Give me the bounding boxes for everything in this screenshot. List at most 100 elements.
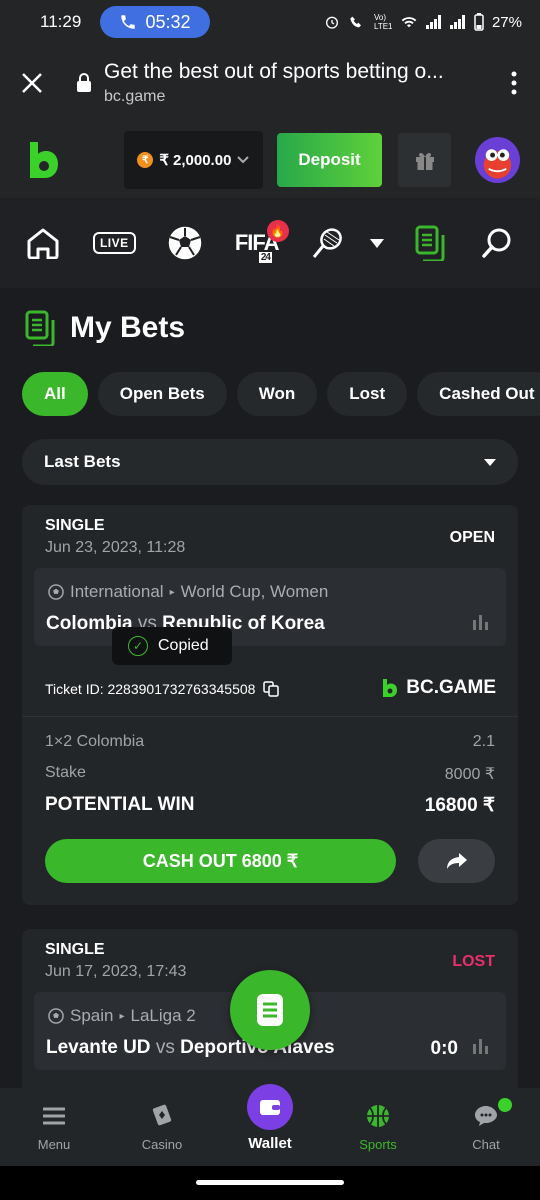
- battery-percent: 27%: [491, 13, 522, 31]
- main-content: My Bets All Open Bets Won Lost Cashed Ou…: [0, 288, 540, 1088]
- nav-my-bets[interactable]: [395, 208, 466, 278]
- call-wifi-icon: [350, 16, 361, 28]
- balance-value: ₹ 2,000.00: [159, 152, 232, 169]
- chevron-right-icon: ▸: [169, 586, 175, 598]
- nav-tennis[interactable]: [297, 208, 359, 278]
- fire-icon: 🔥: [266, 220, 289, 242]
- vs-label: vs: [155, 1037, 175, 1058]
- soccer-ball-icon: [169, 226, 202, 260]
- period-select-value: Last Bets: [44, 452, 121, 471]
- call-pill[interactable]: 05:32: [100, 6, 210, 38]
- cash-out-button[interactable]: CASH OUT 6800 ₹: [45, 839, 396, 883]
- league-name: LaLiga 2: [130, 1006, 196, 1025]
- bet-slip-fab[interactable]: [230, 970, 310, 1050]
- lock-icon: [64, 73, 104, 93]
- bet-status: OPEN: [449, 529, 495, 546]
- bet-status: LOST: [452, 953, 495, 970]
- toast-text: Copied: [158, 637, 209, 654]
- sports-nav: LIVE FIFA 24 🔥: [0, 198, 540, 288]
- filter-cashed-out[interactable]: Cashed Out: [417, 372, 540, 416]
- bottom-nav-label: Menu: [37, 1137, 71, 1152]
- dragon-avatar-icon: [483, 149, 512, 179]
- bet-card: SINGLE Jun 23, 2023, 11:28 OPEN Internat…: [22, 505, 518, 905]
- bottom-nav-menu[interactable]: Menu: [0, 1088, 108, 1166]
- filter-won[interactable]: Won: [236, 372, 318, 416]
- potential-win-row: POTENTIAL WIN 16800 ₹: [45, 794, 495, 817]
- bottom-nav-wallet[interactable]: Wallet: [216, 1084, 324, 1166]
- nav-live[interactable]: LIVE: [74, 208, 154, 278]
- lte-label: Vo) LTE1: [373, 13, 393, 31]
- filter-all[interactable]: All: [22, 372, 88, 416]
- bottom-nav-label: Sports: [359, 1137, 397, 1152]
- chat-icon: [474, 1101, 498, 1131]
- search-icon: [482, 228, 511, 258]
- bc-logo-icon: [383, 679, 398, 697]
- bet-header: SINGLE Jun 23, 2023, 11:28: [45, 517, 185, 557]
- bottom-nav-label: Casino: [141, 1137, 183, 1152]
- url-block[interactable]: Get the best out of sports betting o... …: [104, 60, 488, 106]
- more-menu-button[interactable]: [488, 71, 540, 95]
- league-line: Spain ▸ LaLiga 2: [48, 1006, 196, 1026]
- browser-bar: Get the best out of sports betting o... …: [0, 44, 540, 122]
- bottom-nav-label: Chat: [472, 1137, 500, 1152]
- close-button[interactable]: [0, 44, 64, 122]
- deposit-button[interactable]: Deposit: [276, 133, 383, 187]
- page-heading: My Bets: [24, 310, 185, 346]
- match-block[interactable]: International ▸ World Cup, Women Colombi…: [34, 568, 506, 646]
- gesture-bar: [0, 1166, 540, 1200]
- match-score: 0:0: [430, 1038, 458, 1059]
- status-bar: 11:29 05:32 Vo) LTE1 27%: [0, 0, 540, 44]
- nav-search[interactable]: [466, 208, 528, 278]
- url-text: bc.game: [104, 88, 166, 105]
- share-arrow-icon: [446, 853, 467, 869]
- avatar[interactable]: [475, 137, 520, 183]
- rupee-coin-icon: ₹: [137, 152, 154, 168]
- stats-icon[interactable]: [472, 614, 490, 630]
- bottom-nav-sports[interactable]: Sports: [324, 1088, 432, 1166]
- league-line: International ▸ World Cup, Women: [48, 582, 328, 602]
- cards-icon: [149, 1101, 175, 1131]
- stats-icon[interactable]: [472, 1038, 490, 1054]
- bet-header: SINGLE Jun 17, 2023, 17:43: [45, 941, 186, 981]
- filter-lost[interactable]: Lost: [327, 372, 408, 416]
- bottom-nav: Menu Casino Wallet Sports Chat: [0, 1084, 540, 1166]
- gift-button[interactable]: [398, 133, 452, 187]
- basketball-icon: [365, 1101, 391, 1131]
- selection-row: 1×2 Colombia 2.1: [45, 733, 495, 751]
- phone-icon: [121, 15, 136, 29]
- bottom-nav-chat[interactable]: Chat: [432, 1088, 540, 1166]
- bet-filters: All Open Bets Won Lost Cashed Out: [22, 372, 540, 416]
- signal-icon: [425, 15, 441, 29]
- live-badge: LIVE: [92, 232, 136, 254]
- copied-toast: ✓ Copied: [112, 627, 232, 665]
- period-select[interactable]: Last Bets: [22, 439, 518, 485]
- call-timer: 05:32: [145, 11, 191, 32]
- bottom-nav-casino[interactable]: Casino: [108, 1088, 216, 1166]
- nav-soccer[interactable]: [154, 208, 216, 278]
- bet-type: SINGLE: [45, 941, 105, 958]
- bets-slip-icon: [415, 225, 445, 261]
- caret-down-icon: [484, 458, 496, 466]
- close-icon: [22, 73, 42, 93]
- balance-selector[interactable]: ₹ ₹ 2,000.00: [124, 131, 263, 189]
- ticket-id: Ticket ID: 2283901732763345508: [45, 681, 256, 697]
- menu-icon: [43, 1101, 65, 1131]
- nav-more-dropdown[interactable]: [359, 208, 395, 278]
- nav-fifa[interactable]: FIFA 24 🔥: [217, 208, 297, 278]
- stake-row: Stake 8000 ₹: [45, 764, 495, 784]
- tennis-racket-icon: [312, 228, 342, 258]
- home-indicator[interactable]: [196, 1180, 344, 1185]
- filter-open-bets[interactable]: Open Bets: [97, 372, 227, 416]
- soccer-ball-icon: [48, 584, 64, 600]
- bets-slip-icon: [25, 310, 55, 346]
- nav-home[interactable]: [12, 208, 74, 278]
- chevron-right-icon: ▸: [119, 1010, 125, 1022]
- soccer-ball-icon: [48, 1008, 64, 1024]
- bc-logo[interactable]: [20, 138, 64, 182]
- signal-icon: [449, 15, 465, 29]
- kebab-icon: [511, 71, 517, 95]
- caret-down-icon: [369, 238, 384, 248]
- check-icon: ✓: [128, 636, 148, 656]
- copy-icon[interactable]: [263, 681, 280, 697]
- share-button[interactable]: [418, 839, 495, 883]
